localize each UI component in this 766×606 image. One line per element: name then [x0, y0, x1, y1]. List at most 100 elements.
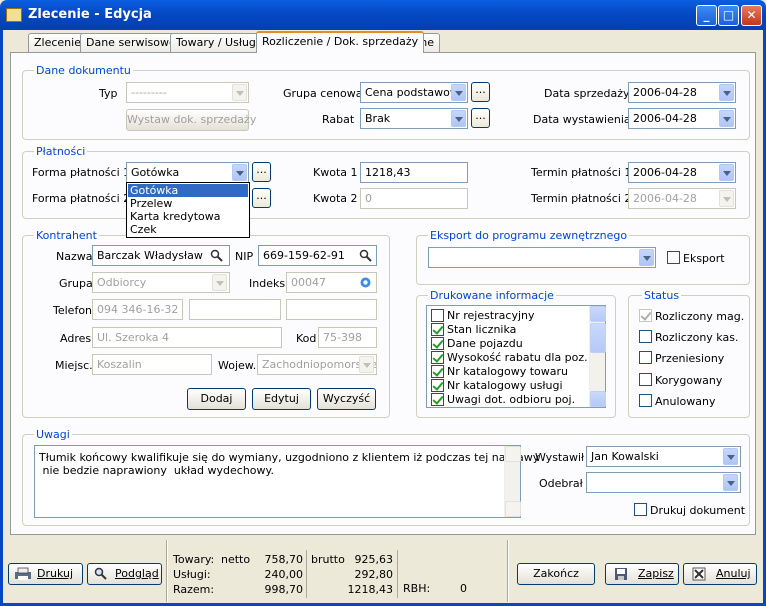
typ-dropdown-arrow[interactable]	[232, 84, 247, 101]
telefon-label: Telefon	[53, 304, 93, 317]
kod-field[interactable]: 75-398	[318, 327, 377, 348]
drukowane-list[interactable]: Nr rejestracyjny Stan licznika Dane poja…	[426, 305, 606, 408]
save-icon	[615, 568, 627, 580]
drukowane-scrollbar[interactable]	[589, 306, 606, 407]
zakoncz-button[interactable]: Zakończ	[517, 563, 595, 585]
grupa-cenowa-label: Grupa cenowa	[283, 87, 363, 100]
drukowane-checkbox-3[interactable]	[431, 351, 444, 364]
wystaw-dok-button[interactable]: Wystaw dok. sprzedaży	[126, 109, 256, 131]
odebral-label: Odebrał	[539, 477, 583, 490]
drukowane-item-3: Wysokość rabatu dla poz.	[447, 351, 588, 364]
data-sprzedazy-dropdown-arrow[interactable]	[719, 84, 734, 101]
miejsc-field[interactable]: Koszalin	[92, 354, 212, 375]
kwota1-field[interactable]: 1218,43	[360, 162, 468, 183]
uwagi-textarea[interactable]: Tłumik końcowy kwalifikuje się do wymian…	[34, 445, 539, 518]
kwota2-value: 0	[365, 192, 372, 205]
forma1-select[interactable]: Gotówka	[126, 162, 249, 183]
drukowane-checkbox-6[interactable]	[431, 393, 444, 406]
termin2-dropdown-arrow[interactable]	[719, 190, 734, 207]
dodaj-button[interactable]: Dodaj	[187, 388, 246, 410]
dropdown-option-karta[interactable]: Karta kredytowa	[128, 210, 248, 223]
drukowane-checkbox-0[interactable]	[431, 309, 444, 322]
tab-dane-serwisowe[interactable]: Dane serwisowe	[80, 33, 182, 52]
grupa-cenowa-more-button[interactable]: ...	[471, 82, 490, 102]
drukowane-item-4: Nr katalogowy towaru	[447, 365, 568, 378]
termin1-dropdown-arrow[interactable]	[719, 164, 734, 181]
scroll-down-button[interactable]	[590, 391, 606, 407]
dropdown-option-przelew[interactable]: Przelew	[128, 197, 248, 210]
towary-netto: 758,70	[264, 553, 304, 566]
nip-search-icon[interactable]	[359, 249, 373, 263]
wystawil-dropdown-arrow[interactable]	[723, 448, 738, 465]
tab-zlecenie[interactable]: Zlecenie	[28, 33, 87, 52]
drukowane-checkbox-2[interactable]	[431, 337, 444, 350]
drukuj-button[interactable]: Drukuj	[8, 563, 83, 585]
rabat-more-button[interactable]: ...	[471, 108, 490, 128]
refresh-icon[interactable]	[359, 276, 372, 289]
drukowane-checkbox-1[interactable]	[431, 323, 444, 336]
telefon-field-2[interactable]	[189, 299, 281, 320]
edytuj-button[interactable]: Edytuj	[252, 388, 311, 410]
drukowane-checkbox-5[interactable]	[431, 379, 444, 392]
wojew-dropdown-arrow[interactable]	[359, 356, 374, 373]
minimize-button[interactable]: _	[696, 5, 717, 26]
close-button[interactable]: ✕	[741, 5, 762, 26]
uwagi-scroll-up[interactable]	[505, 446, 521, 462]
tab-rozliczenie[interactable]: Rozliczenie / Dok. sprzedaży	[256, 31, 425, 53]
wystawil-label: Wystawił	[535, 451, 585, 464]
forma-platnosci-dropdown-list[interactable]: Gotówka Przelew Karta kredytowa Czek	[126, 182, 250, 238]
uwagi-scroll-down[interactable]	[505, 501, 521, 517]
eksport-group-label: Eksport do programu zewnętrznego	[428, 229, 630, 242]
termin1-label: Termin płatności 1	[531, 166, 632, 179]
tab-towary-uslugi[interactable]: Towary / Usługi	[170, 33, 265, 52]
wyczysc-button[interactable]: Wyczyść	[317, 388, 376, 410]
scroll-thumb[interactable]	[590, 323, 606, 353]
drukowane-label: Drukowane informacje	[428, 289, 556, 302]
kod-value: 75-398	[323, 331, 362, 344]
rabat-dropdown-arrow[interactable]	[451, 110, 466, 127]
drukuj-dokument-checkbox[interactable]	[634, 503, 647, 516]
podglad-button[interactable]: Podgląd	[87, 563, 162, 585]
uwagi-scrollbar[interactable]	[504, 446, 521, 517]
grupa-cenowa-dropdown-arrow[interactable]	[451, 84, 466, 101]
uslugi-brutto: 292,80	[354, 568, 394, 581]
rbh-value: 0	[460, 582, 467, 595]
wojew-label: Wojew.	[218, 359, 257, 372]
kwota2-label: Kwota 2	[313, 192, 358, 205]
typ-select[interactable]: ---------	[126, 82, 249, 103]
zapisz-button[interactable]: Zapisz	[605, 563, 679, 585]
eksport-dropdown-arrow[interactable]	[639, 249, 654, 266]
towary-label: Towary:	[173, 553, 215, 566]
nazwa-search-icon[interactable]	[210, 249, 224, 263]
scroll-up-button[interactable]	[590, 306, 606, 322]
status-checkbox-3[interactable]	[639, 373, 652, 386]
odebral-select[interactable]	[586, 472, 741, 493]
adres-value: Ul. Szeroka 4	[97, 331, 170, 344]
status-checkbox-4[interactable]	[639, 394, 652, 407]
telefon-field-3[interactable]	[286, 299, 377, 320]
dropdown-option-gotowka[interactable]: Gotówka	[128, 184, 248, 197]
forma2-more-button[interactable]: ...	[252, 188, 271, 208]
wystawil-select[interactable]: Jan Kowalski	[586, 446, 741, 467]
typ-value: ---------	[131, 86, 167, 99]
forma1-dropdown-arrow[interactable]	[232, 164, 247, 181]
adres-field[interactable]: Ul. Szeroka 4	[92, 327, 282, 348]
data-wystawienia-dropdown-arrow[interactable]	[719, 110, 734, 127]
anuluj-button[interactable]: Anuluj	[683, 563, 757, 585]
status-checkbox-1[interactable]	[639, 330, 652, 343]
grupa-dropdown-arrow[interactable]	[212, 274, 227, 291]
forma1-more-button[interactable]: ...	[252, 162, 271, 182]
kwota2-field[interactable]: 0	[360, 188, 468, 209]
telefon-value: 094 346-16-32	[97, 303, 179, 316]
telefon-field-1[interactable]: 094 346-16-32	[92, 299, 183, 320]
status-checkbox-2[interactable]	[639, 351, 652, 364]
drukowane-checkbox-4[interactable]	[431, 365, 444, 378]
grupa-select[interactable]: Odbiorcy	[92, 272, 230, 293]
odebral-dropdown-arrow[interactable]	[723, 474, 738, 491]
title-bar[interactable]: Zlecenie - Edycja _ □ ✕	[0, 0, 766, 30]
eksport-select[interactable]	[428, 247, 656, 268]
eksport-checkbox[interactable]	[667, 251, 680, 264]
maximize-button[interactable]: □	[718, 5, 739, 26]
dropdown-option-czek[interactable]: Czek	[128, 223, 248, 236]
status-checkbox-0[interactable]	[639, 309, 652, 322]
